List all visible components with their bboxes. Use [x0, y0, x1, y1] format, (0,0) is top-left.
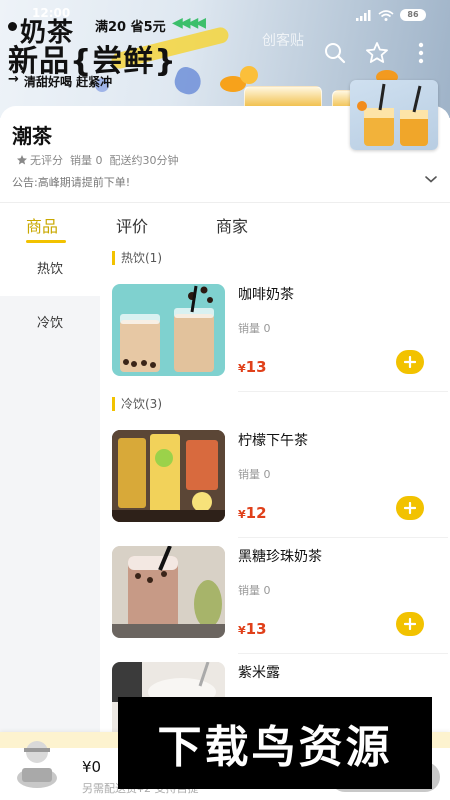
product-sales: 销量 0: [238, 322, 271, 335]
plus-icon: [404, 356, 416, 368]
section-title-hot: 热饮(1): [112, 251, 162, 265]
plus-icon: [404, 618, 416, 630]
star-icon: [366, 42, 388, 63]
favorite-button[interactable]: [364, 40, 390, 66]
currency-symbol: ¥: [238, 508, 246, 521]
product-name: 黑糖珍珠奶茶: [238, 549, 322, 565]
search-icon: [325, 43, 346, 64]
more-menu-button[interactable]: [408, 40, 434, 66]
product-price: ¥13: [238, 358, 267, 376]
promo-dot: [8, 22, 17, 31]
product-image: [112, 284, 225, 376]
category-hot-drinks[interactable]: 热饮: [0, 244, 100, 296]
tab-merchant[interactable]: 商家: [216, 213, 248, 237]
product-image: [112, 430, 225, 522]
product-price: ¥13: [238, 620, 267, 638]
product-item[interactable]: 柠檬下午茶 销量 0 ¥12: [112, 430, 448, 542]
add-to-cart-button[interactable]: [396, 612, 424, 636]
arrow-right-icon: →: [8, 72, 19, 87]
search-button[interactable]: [322, 40, 348, 66]
category-cold-drinks[interactable]: 冷饮: [0, 298, 100, 350]
price-value: 12: [245, 504, 267, 522]
store-rating-text: 无评分: [30, 154, 63, 167]
currency-symbol: ¥: [238, 624, 246, 637]
product-name: 紫米露: [238, 665, 280, 681]
cart-total: ¥0: [82, 758, 102, 776]
product-sales: 销量 0: [238, 584, 271, 597]
product-item[interactable]: 咖啡奶茶 销量 0 ¥13: [112, 284, 448, 396]
price-value: 13: [245, 620, 267, 638]
row-divider: [238, 537, 448, 538]
store-logo-image: [350, 80, 438, 150]
store-sales: 销量 0: [70, 154, 103, 167]
price-value: 13: [245, 358, 267, 376]
product-item[interactable]: 黑糖珍珠奶茶 销量 0 ¥13: [112, 546, 448, 658]
watermark-overlay: 下载鸟资源: [118, 697, 432, 789]
banner-watermark: 创客贴: [262, 33, 304, 49]
chevron-down-icon[interactable]: [424, 172, 438, 186]
promo-arrows: ◀◀◀◀: [172, 15, 206, 31]
product-name: 咖啡奶茶: [238, 287, 294, 303]
product-sales: 销量 0: [238, 468, 271, 481]
active-tab-indicator: [26, 240, 66, 243]
currency-symbol: ¥: [238, 362, 246, 375]
product-price: ¥12: [238, 504, 267, 522]
star-filled-icon: [17, 155, 27, 165]
row-divider: [238, 653, 448, 654]
row-divider: [238, 391, 448, 392]
battery-indicator: 86: [400, 9, 426, 21]
store-name: 潮茶: [12, 124, 52, 148]
promo-offer: 满20 省5元: [95, 20, 166, 35]
cart-icon[interactable]: [14, 738, 60, 788]
product-name: 柠檬下午茶: [238, 433, 308, 449]
wifi-icon: [378, 9, 394, 21]
section-title-cold: 冷饮(3): [112, 397, 162, 411]
store-meta: 无评分 销量 0 配送约30分钟: [16, 152, 179, 168]
store-delivery: 配送约30分钟: [109, 154, 179, 167]
signal-icon: [356, 9, 371, 21]
store-notice: 公告:高峰期请提前下单!: [12, 176, 131, 189]
add-to-cart-button[interactable]: [396, 350, 424, 374]
product-image: [112, 546, 225, 638]
tabs-divider: [0, 202, 450, 203]
store-rating: 无评分: [16, 152, 63, 168]
add-to-cart-button[interactable]: [396, 496, 424, 520]
category-sidebar: 热饮 冷饮: [0, 244, 100, 800]
drinks-thumbnail: [357, 83, 428, 146]
plus-icon: [404, 502, 416, 514]
promo-slogan: 清甜好喝 赶紧冲: [24, 75, 113, 89]
tab-reviews[interactable]: 评价: [116, 213, 148, 237]
more-vertical-icon: [418, 42, 424, 64]
status-icons: 86: [356, 9, 426, 21]
tab-products[interactable]: 商品: [26, 213, 58, 237]
